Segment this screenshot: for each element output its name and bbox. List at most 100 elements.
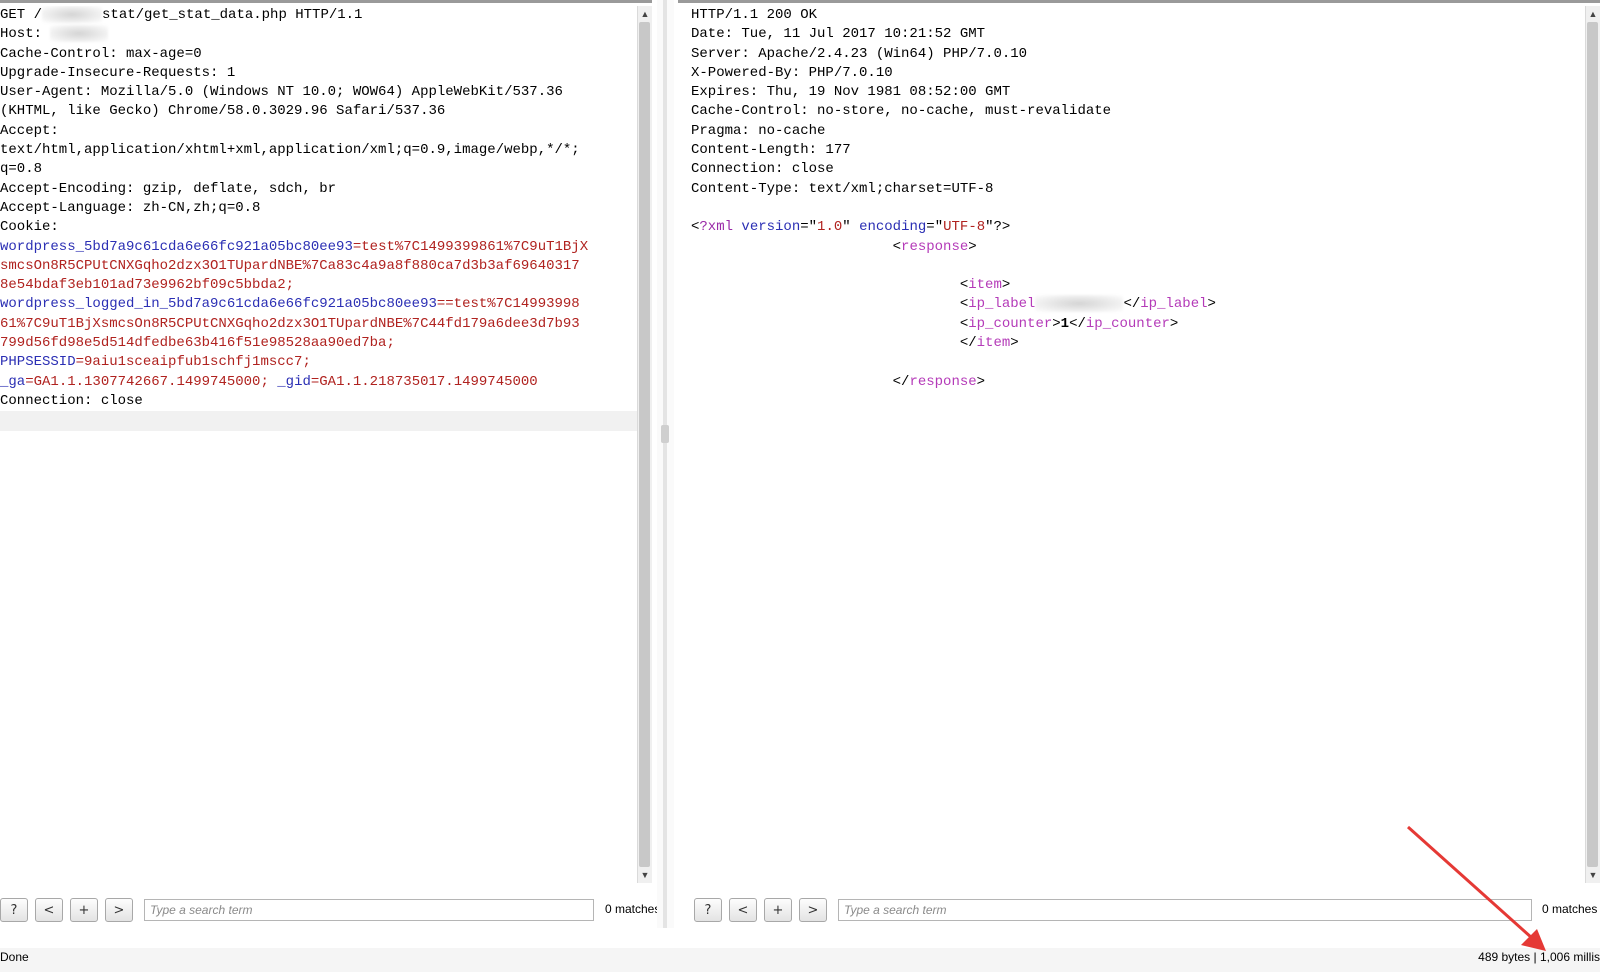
response-line: X-Powered-By: PHP/7.0.10 xyxy=(691,64,1586,83)
response-token: encoding xyxy=(850,219,927,236)
response-token: item xyxy=(976,335,1011,352)
redacted-text xyxy=(42,6,103,23)
request-token: Upgrade-Insecure-Requests: 1 xyxy=(0,64,236,81)
help-button[interactable]: ? xyxy=(0,898,28,922)
request-line: Accept-Language: zh-CN,zh;q=0.8 xyxy=(0,199,638,218)
scroll-up-arrow-icon[interactable]: ▲ xyxy=(638,7,652,21)
help-button[interactable]: ? xyxy=(694,898,722,922)
request-token: ==test%7C14993998 xyxy=(436,296,580,313)
response-line: HTTP/1.1 200 OK xyxy=(691,6,1586,25)
response-line: </response> xyxy=(691,373,1586,392)
response-token: </ xyxy=(1123,296,1141,313)
request-editor[interactable]: GET / stat/get_stat_data.php HTTP/1.1 Host… xyxy=(0,6,638,883)
request-line: Accept-Encoding: gzip, deflate, sdch, br xyxy=(0,180,638,199)
request-token: (KHTML, like Gecko) Chrome/58.0.3029.96 … xyxy=(0,103,446,120)
request-token: Host: xyxy=(0,26,51,43)
request-match-count: 0 matches xyxy=(605,902,661,916)
response-pane-border xyxy=(678,0,1600,3)
search-options-button[interactable]: + xyxy=(764,898,792,922)
request-token: Cache-Control: max-age=0 xyxy=(0,45,202,62)
request-line: 8e54bdaf3eb101ad73e9962bf09c5bbda2; xyxy=(0,276,638,295)
request-token: 8e54bdaf3eb101ad73e9962bf09c5bbda2; xyxy=(0,277,295,294)
scroll-up-arrow-icon[interactable]: ▲ xyxy=(1586,7,1600,21)
request-token: Cookie: xyxy=(0,219,59,236)
response-line: Content-Length: 177 xyxy=(691,141,1586,160)
scroll-down-arrow-icon[interactable]: ▼ xyxy=(638,868,652,882)
request-token: _ga xyxy=(0,373,26,390)
response-token: > xyxy=(1207,296,1216,313)
response-search-input[interactable] xyxy=(838,899,1532,921)
response-token: < xyxy=(691,238,902,255)
response-token: HTTP/1.1 200 OK xyxy=(691,7,818,23)
request-scrollbar[interactable]: ▲ ▼ xyxy=(637,6,652,883)
response-token: ip_label xyxy=(968,296,1036,313)
request-token: PHPSESSID xyxy=(0,354,76,371)
request-token: Accept-Language: zh-CN,zh;q=0.8 xyxy=(0,199,261,216)
response-token: Content-Length: 177 xyxy=(691,142,851,159)
response-line: Content-Type: text/xml;charset=UTF-8 xyxy=(691,180,1586,199)
scroll-thumb[interactable] xyxy=(1587,22,1598,867)
request-token: q=0.8 xyxy=(0,161,43,178)
response-token: response xyxy=(909,373,977,390)
response-token: UTF-8 xyxy=(943,219,986,236)
response-token: > xyxy=(1052,315,1061,332)
response-token: X-Powered-By: PHP/7.0.10 xyxy=(691,64,893,81)
request-line: wordpress_5bd7a9c61cda6e66fc921a05bc80ee… xyxy=(0,238,638,257)
response-line: <item> xyxy=(691,276,1586,295)
response-token: Pragma: no-cache xyxy=(691,122,826,139)
request-token: Accept: xyxy=(0,122,59,139)
response-search-bar: ? < + > 0 matches xyxy=(678,888,1600,928)
request-search-input[interactable] xyxy=(144,899,594,921)
response-token: ip_counter xyxy=(1085,315,1170,332)
response-token: 1.0 xyxy=(817,219,843,236)
request-line: Host: xyxy=(0,25,638,44)
response-token: " xyxy=(842,219,851,236)
previous-match-button[interactable]: < xyxy=(35,898,63,922)
redacted-text xyxy=(50,25,109,43)
request-line: Cookie: xyxy=(0,218,638,237)
response-token: < xyxy=(691,296,969,313)
request-line: smcsOn8R5CPUtCNXGqho2dzx3O1TUpardNBE%7Ca… xyxy=(0,257,638,276)
status-text: Done xyxy=(0,950,29,964)
request-token: wordpress_logged_in_5bd7a9c61cda6e66fc92… xyxy=(0,296,437,313)
request-line: wordpress_logged_in_5bd7a9c61cda6e66fc92… xyxy=(0,295,638,314)
response-token: item xyxy=(968,277,1002,294)
response-token: Cache-Control: no-store, no-cache, must-… xyxy=(691,103,1112,120)
response-line xyxy=(691,257,1586,276)
response-editor[interactable]: HTTP/1.1 200 OK Date: Tue, 11 Jul 2017 10… xyxy=(691,6,1586,883)
response-token: =" xyxy=(926,219,944,236)
request-token: User-Agent: Mozilla/5.0 (Windows NT 10.0… xyxy=(0,84,563,101)
scroll-thumb[interactable] xyxy=(639,22,650,867)
next-match-button[interactable]: > xyxy=(105,898,133,922)
response-scrollbar[interactable]: ▲ ▼ xyxy=(1585,6,1600,883)
scroll-down-arrow-icon[interactable]: ▼ xyxy=(1586,868,1600,882)
response-token: > xyxy=(976,373,986,390)
response-token: Expires: Thu, 19 Nov 1981 08:52:00 GMT xyxy=(691,84,1011,101)
response-token: ip_label xyxy=(1140,296,1208,313)
request-line: 61%7C9uT1BjXsmcsOn8R5CPUtCNXGqho2dzx3O1T… xyxy=(0,315,638,334)
search-options-button[interactable]: + xyxy=(70,898,98,922)
response-line: Date: Tue, 11 Jul 2017 10:21:52 GMT xyxy=(691,25,1586,44)
request-token: 61%7C9uT1BjXsmcsOn8R5CPUtCNXGqho2dzx3O1T… xyxy=(0,315,580,332)
previous-match-button[interactable]: < xyxy=(729,898,757,922)
response-token: > xyxy=(1169,315,1179,332)
response-size-timing: 489 bytes | 1,006 millis xyxy=(1478,950,1600,964)
response-token: Content-Type: text/xml;charset=UTF-8 xyxy=(691,180,994,197)
pane-splitter[interactable] xyxy=(657,0,674,928)
response-token: response xyxy=(901,238,969,255)
request-line: (KHTML, like Gecko) Chrome/58.0.3029.96 … xyxy=(0,102,638,121)
splitter-grip-icon[interactable] xyxy=(661,425,669,443)
request-token: =test%7C1499399861%7C9uT1BjX xyxy=(352,238,589,255)
response-token: =" xyxy=(800,219,818,236)
request-line: User-Agent: Mozilla/5.0 (Windows NT 10.0… xyxy=(0,83,638,102)
request-line: GET / stat/get_stat_data.php HTTP/1.1 xyxy=(0,6,638,25)
request-line: Upgrade-Insecure-Requests: 1 xyxy=(0,64,638,83)
status-bar: Done 489 bytes | 1,006 millis xyxy=(0,948,1600,972)
request-token: =GA1.1.1307742667.1499745000; xyxy=(25,373,278,390)
request-line: Connection: close xyxy=(0,392,638,411)
request-line: q=0.8 xyxy=(0,160,638,179)
response-token: Server: Apache/2.4.23 (Win64) PHP/7.0.10 xyxy=(691,45,1028,62)
next-match-button[interactable]: > xyxy=(799,898,827,922)
response-token: > xyxy=(1010,335,1019,352)
splitter-line xyxy=(663,0,667,928)
